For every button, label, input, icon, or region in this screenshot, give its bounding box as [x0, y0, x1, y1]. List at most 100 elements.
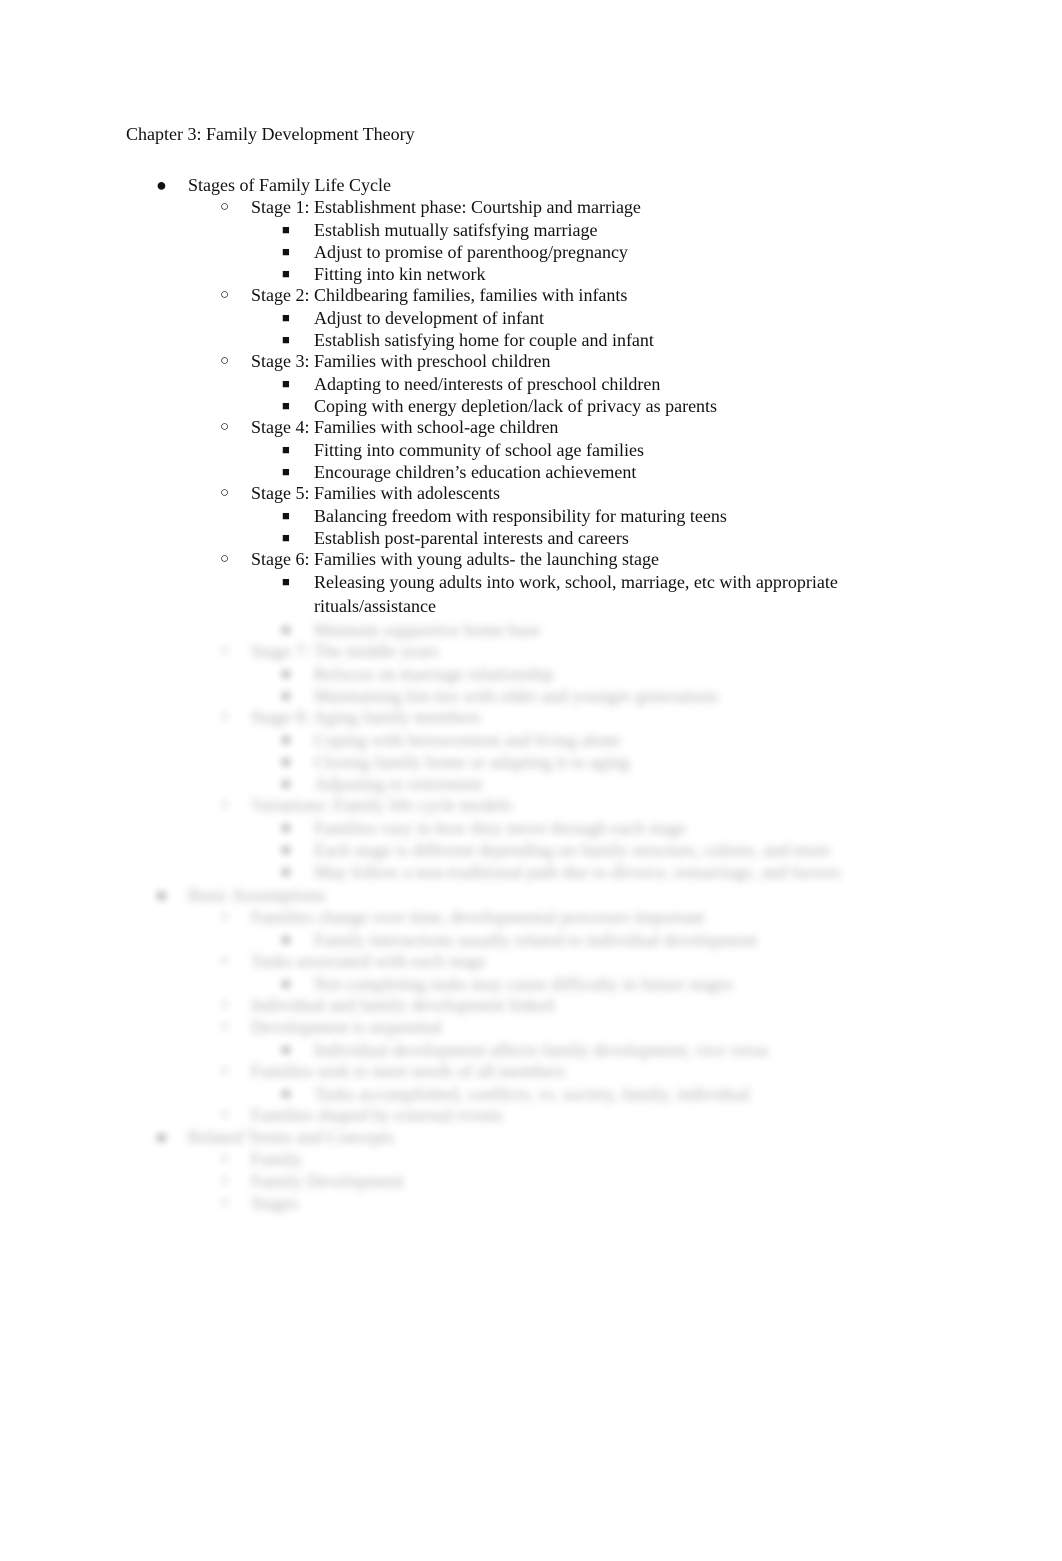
- list-item-level-3: ■ Maintain supportive home base: [0, 618, 1062, 640]
- list-item-level-2: ○ Family: [0, 1148, 1062, 1170]
- list-item-level-3: ■ Balancing freedom with responsibility f…: [0, 504, 1062, 526]
- list-item-text: Coping with bereavement and living alone: [314, 730, 621, 750]
- filled-bullet-icon: ●: [156, 885, 167, 905]
- hollow-bullet-icon: ○: [220, 1063, 230, 1079]
- hollow-bullet-icon: ○: [220, 1173, 230, 1189]
- hollow-bullet-icon: ○: [220, 419, 230, 435]
- square-bullet-icon: ■: [282, 864, 290, 879]
- list-item-text: Fitting into community of school age fam…: [314, 440, 644, 460]
- list-item-text: Stage 8: Aging family members: [251, 707, 480, 727]
- list-item-text: Families seek to meet needs of all membe…: [251, 1061, 566, 1081]
- filled-bullet-icon: ●: [156, 1127, 167, 1147]
- list-item-text: Establish post-parental interests and ca…: [314, 528, 629, 548]
- hollow-bullet-icon: ○: [220, 997, 230, 1013]
- square-bullet-icon: ■: [282, 622, 290, 637]
- list-item-level-2: ○ Stage 1: Establishment phase: Courtship…: [0, 196, 1062, 218]
- square-bullet-icon: ■: [282, 442, 290, 457]
- list-item-level-3: ■ Establish mutually satifsfying marriage: [0, 218, 1062, 240]
- list-item-text: Stage 4: Families with school-age childr…: [251, 417, 559, 437]
- hollow-bullet-icon: ○: [220, 353, 230, 369]
- square-bullet-icon: ■: [282, 332, 290, 347]
- list-item-text: Family interactions usually related to i…: [314, 930, 757, 950]
- hollow-bullet-icon: ○: [220, 1195, 230, 1211]
- hollow-bullet-icon: ○: [220, 551, 230, 567]
- list-item-text: Stage 1: Establishment phase: Courtship …: [251, 197, 641, 217]
- list-item-text: Family Development: [251, 1171, 404, 1191]
- hollow-bullet-icon: ○: [220, 1107, 230, 1123]
- hollow-bullet-icon: ○: [220, 953, 230, 969]
- square-bullet-icon: ■: [282, 530, 290, 545]
- list-item-text: Establish satisfying home for couple and…: [314, 330, 654, 350]
- list-item-text: Adjust to development of infant: [314, 308, 544, 328]
- square-bullet-icon: ■: [282, 508, 290, 523]
- list-item-text: Closing family home or adapting it to ag…: [314, 752, 630, 772]
- square-bullet-icon: ■: [282, 222, 290, 237]
- square-bullet-icon: ■: [282, 666, 290, 681]
- list-item-level-3: ■ Releasing young adults into work, schoo…: [0, 570, 1062, 618]
- list-item-level-3: ■ Each stage is different depending on fa…: [0, 838, 1062, 860]
- list-item-text: Families vary in how they move through e…: [314, 818, 686, 838]
- hollow-bullet-icon: ○: [220, 643, 230, 659]
- list-item-text: Tasks associated with each stage: [251, 951, 486, 971]
- list-item-text: Stage 7: The middle years: [251, 641, 439, 661]
- list-item-text: Basic Assumptions: [188, 885, 326, 905]
- list-item-level-3: ■ Coping with bereavement and living alon…: [0, 728, 1062, 750]
- list-item-text: May follow a non-traditional path due to…: [314, 862, 841, 882]
- list-item-level-2: ○ Development is sequential: [0, 1016, 1062, 1038]
- list-item-level-2: ○ Stage 2: Childbearing families, familie…: [0, 284, 1062, 306]
- list-item-text: Stages of Family Life Cycle: [188, 175, 391, 195]
- list-item-level-3: ■ Establish post-parental interests and c…: [0, 526, 1062, 548]
- square-bullet-icon: ■: [282, 398, 290, 413]
- list-item-level-3: ■ Maintaining kin ties with older and you…: [0, 684, 1062, 706]
- hollow-bullet-icon: ○: [220, 287, 230, 303]
- list-item-level-3: ■ Coping with energy depletion/lack of pr…: [0, 394, 1062, 416]
- filled-bullet-icon: ●: [156, 175, 167, 195]
- list-item-text: Families change over time, developmental…: [251, 907, 705, 927]
- hollow-bullet-icon: ○: [220, 199, 230, 215]
- list-item-level-2: ○ Stage 7: The middle years: [0, 640, 1062, 662]
- list-item-text: Adjusting to retirement: [314, 774, 482, 794]
- hollow-bullet-icon: ○: [220, 909, 230, 925]
- list-item-text: Adapting to need/interests of preschool …: [314, 374, 661, 394]
- list-item-text: Encourage children’s education achieveme…: [314, 462, 637, 482]
- list-item-level-2: ○ Stage 8: Aging family members: [0, 706, 1062, 728]
- list-item-text: Not completing tasks may cause difficult…: [314, 974, 733, 994]
- list-item-level-3: ■ Encourage children’s education achievem…: [0, 460, 1062, 482]
- square-bullet-icon: ■: [282, 244, 290, 259]
- list-item-level-3: ■ Establish satisfying home for couple an…: [0, 328, 1062, 350]
- square-bullet-icon: ■: [282, 464, 290, 479]
- hollow-bullet-icon: ○: [220, 1151, 230, 1167]
- list-item-level-3: ■ Not completing tasks may cause difficul…: [0, 972, 1062, 994]
- list-item-level-2: ○ Stages: [0, 1192, 1062, 1214]
- square-bullet-icon: ■: [282, 266, 290, 281]
- list-item-level-2: ○ Stage 3: Families with preschool childr…: [0, 350, 1062, 372]
- square-bullet-icon: ■: [282, 976, 290, 991]
- list-item-text: Maintaining kin ties with older and youn…: [314, 686, 719, 706]
- list-item-level-3: ■ Adapting to need/interests of preschool…: [0, 372, 1062, 394]
- square-bullet-icon: ■: [282, 1042, 290, 1057]
- list-item-level-3: ■ May follow a non-traditional path due t…: [0, 860, 1062, 884]
- outline-list: ● Stages of Family Life Cycle ○ Stage 1: Es…: [0, 174, 1062, 1214]
- hollow-bullet-icon: ○: [220, 485, 230, 501]
- list-item-level-1: ● Basic Assumptions: [0, 884, 1062, 906]
- list-item-level-2: ○ Family Development: [0, 1170, 1062, 1192]
- list-item-text: Development is sequential: [251, 1017, 442, 1037]
- list-item-level-3: ■ Closing family home or adapting it to a…: [0, 750, 1062, 772]
- list-item-text: Variations: Family life cycle models: [251, 795, 512, 815]
- list-item-level-2: ○ Stage 4: Families with school-age child…: [0, 416, 1062, 438]
- hollow-bullet-icon: ○: [220, 709, 230, 725]
- list-item-level-1: ● Related Terms and Concepts: [0, 1126, 1062, 1148]
- square-bullet-icon: ■: [282, 310, 290, 325]
- list-item-text: Releasing young adults into work, school…: [314, 572, 838, 616]
- list-item-level-2: ○ Stage 5: Families with adolescents: [0, 482, 1062, 504]
- list-item-level-3: ■ Tasks accomplished, conflicts, vs. soci…: [0, 1082, 1062, 1104]
- square-bullet-icon: ■: [282, 754, 290, 769]
- square-bullet-icon: ■: [282, 376, 290, 391]
- list-item-level-2: ○ Families seek to meet needs of all memb…: [0, 1060, 1062, 1082]
- list-item-text: Stage 5: Families with adolescents: [251, 483, 500, 503]
- square-bullet-icon: ■: [282, 820, 290, 835]
- list-item-level-3: ■ Fitting into kin network: [0, 262, 1062, 284]
- square-bullet-icon: ■: [282, 842, 290, 857]
- list-item-level-3: ■ Family interactions usually related to …: [0, 928, 1062, 950]
- list-item-text: Individual development affects family de…: [314, 1040, 769, 1060]
